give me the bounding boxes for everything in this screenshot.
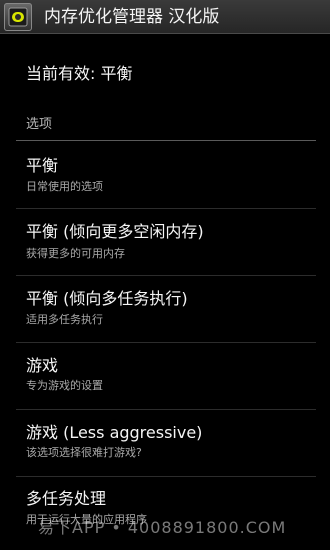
option-subtitle: 专为游戏的设置 bbox=[26, 379, 103, 392]
option-subtitle: 获得更多的可用内存 bbox=[26, 247, 125, 260]
option-title: 多任务处理 bbox=[26, 489, 107, 508]
option-gaming[interactable]: 游戏 专为游戏的设置 bbox=[0, 343, 330, 409]
option-title: 平衡 bbox=[26, 156, 59, 175]
option-balanced-free-memory[interactable]: 平衡 (倾向更多空闲内存) 获得更多的可用内存 bbox=[0, 209, 330, 275]
option-gaming-less-aggressive[interactable]: 游戏 (Less aggressive) 该选项选择很难打游戏? bbox=[0, 410, 330, 476]
option-title: 游戏 bbox=[26, 356, 59, 375]
app-title: 内存优化管理器 汉化版 bbox=[44, 7, 220, 27]
section-header-options: 选项 bbox=[26, 117, 53, 132]
option-subtitle: 该选项选择很难打游戏? bbox=[26, 446, 142, 459]
option-multitasking[interactable]: 多任务处理 用于运行大量的应用程序 bbox=[0, 477, 330, 550]
section-divider bbox=[16, 140, 316, 141]
title-bar: 内存优化管理器 汉化版 bbox=[0, 0, 330, 34]
memory-chip-icon-graphic bbox=[8, 7, 28, 27]
watermark: 易下APP • 4008891800.COM bbox=[38, 518, 287, 537]
option-subtitle: 适用多任务执行 bbox=[26, 313, 103, 326]
option-title: 游戏 (Less aggressive) bbox=[26, 423, 203, 442]
memory-chip-icon[interactable] bbox=[4, 3, 32, 31]
option-subtitle: 日常使用的选项 bbox=[26, 180, 103, 193]
option-title: 平衡 (倾向更多空闲内存) bbox=[26, 222, 204, 241]
option-title: 平衡 (倾向多任务执行) bbox=[26, 289, 188, 308]
current-profile-status: 当前有效: 平衡 bbox=[26, 64, 133, 83]
option-balanced[interactable]: 平衡 日常使用的选项 bbox=[0, 142, 330, 208]
option-balanced-multitask[interactable]: 平衡 (倾向多任务执行) 适用多任务执行 bbox=[0, 276, 330, 342]
